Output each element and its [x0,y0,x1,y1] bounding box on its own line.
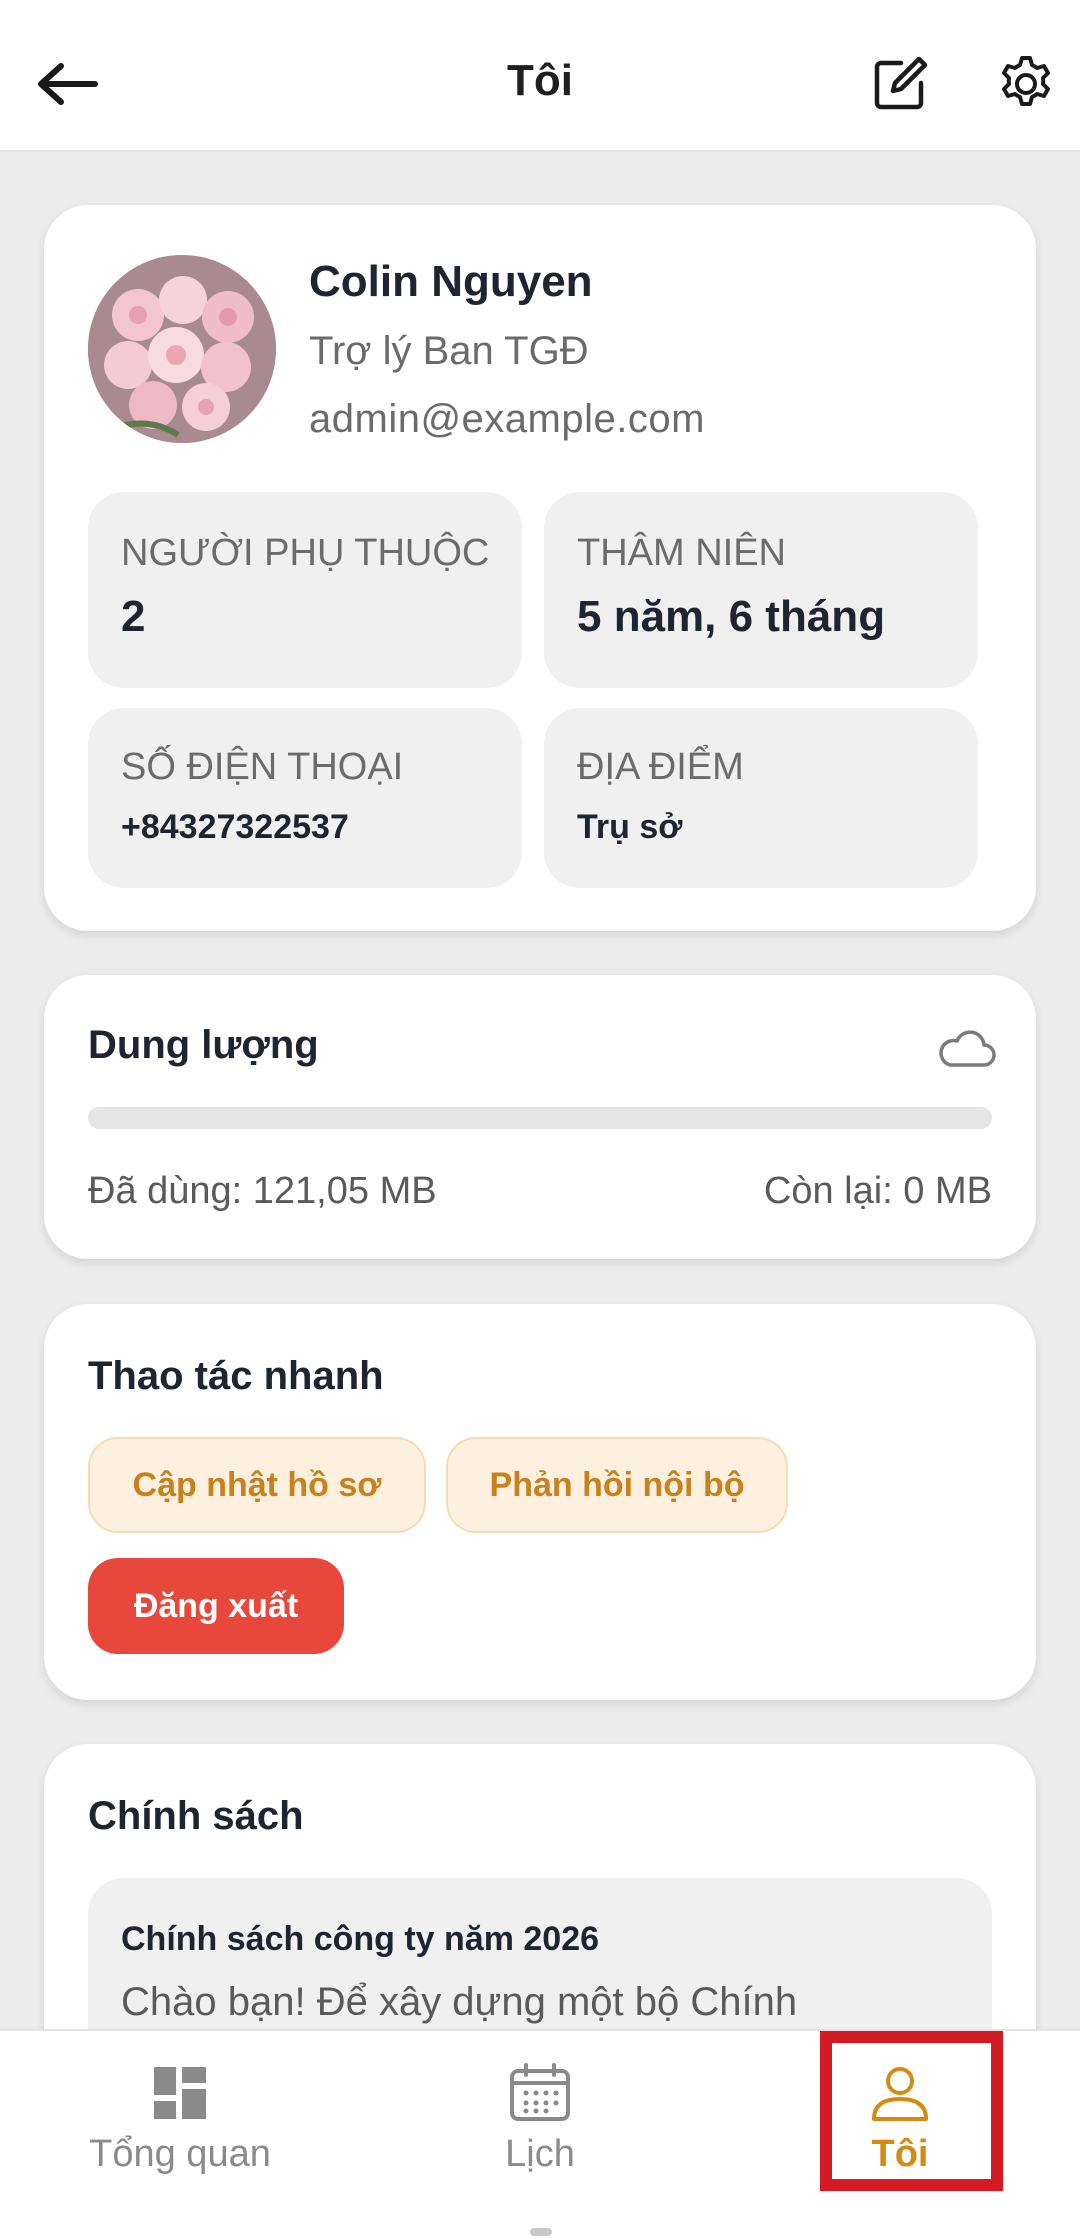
profile-name: Colin Nguyen [309,257,593,306]
dashboard-icon [154,2067,206,2119]
quick-actions-title: Thao tác nhanh [88,1354,384,1398]
nav-calendar-label: Lịch [505,2133,575,2175]
profile-role: Trợ lý Ban TGĐ [309,329,589,373]
policy-item-snippet: Chào bạn! Để xây dựng một bộ Chính [121,1980,798,2024]
edit-icon [874,56,928,110]
calendar-icon [510,2063,570,2121]
nav-calendar[interactable]: Lịch [360,2031,720,2239]
location-value: Trụ sở [577,808,683,846]
nav-overview-label: Tổng quan [89,2133,271,2175]
location-label: ĐỊA ĐIỂM [577,746,744,788]
policy-title: Chính sách [88,1794,304,1838]
gear-icon [1002,56,1050,106]
phone-label: SỐ ĐIỆN THOẠI [121,746,404,788]
active-tab-highlight [820,2031,1003,2191]
storage-used: Đã dùng: 121,05 MB [88,1170,437,1212]
storage-card: Dung lượng Đã dùng: 121,05 MB Còn lại: 0… [44,975,1036,1259]
phone-value: +84327322537 [121,808,349,846]
dependents-box: NGƯỜI PHỤ THUỘC 2 [88,492,522,688]
top-app-bar: Tôi [0,0,1080,152]
profile-email: admin@example.com [309,397,705,441]
logout-button[interactable]: Đăng xuất [88,1558,344,1654]
profile-card: Colin Nguyen Trợ lý Ban TGĐ admin@exampl… [44,205,1036,931]
location-box: ĐỊA ĐIỂM Trụ sở [544,708,978,888]
seniority-value: 5 năm, 6 tháng [577,592,886,641]
policy-item-title: Chính sách công ty năm 2026 [121,1920,600,1958]
seniority-label: THÂM NIÊN [577,532,786,574]
avatar [88,255,276,443]
dependents-value: 2 [121,592,146,641]
quick-actions-card: Thao tác nhanh Cập nhật hồ sơ Phản hồi n… [44,1304,1036,1700]
storage-progress-bar [88,1107,992,1129]
home-indicator [530,2228,552,2236]
update-profile-button[interactable]: Cập nhật hồ sơ [88,1437,426,1533]
storage-remaining: Còn lại: 0 MB [763,1170,992,1212]
seniority-box: THÂM NIÊN 5 năm, 6 tháng [544,492,978,688]
cloud-icon [939,1030,996,1067]
settings-button[interactable] [986,44,1066,124]
phone-box: SỐ ĐIỆN THOẠI +84327322537 [88,708,522,888]
storage-title: Dung lượng [88,1023,319,1067]
dependents-label: NGƯỜI PHỤ THUỘC [121,532,490,574]
internal-feedback-button[interactable]: Phản hồi nội bộ [446,1437,788,1533]
nav-overview[interactable]: Tổng quan [0,2031,360,2239]
edit-button[interactable] [860,44,940,124]
